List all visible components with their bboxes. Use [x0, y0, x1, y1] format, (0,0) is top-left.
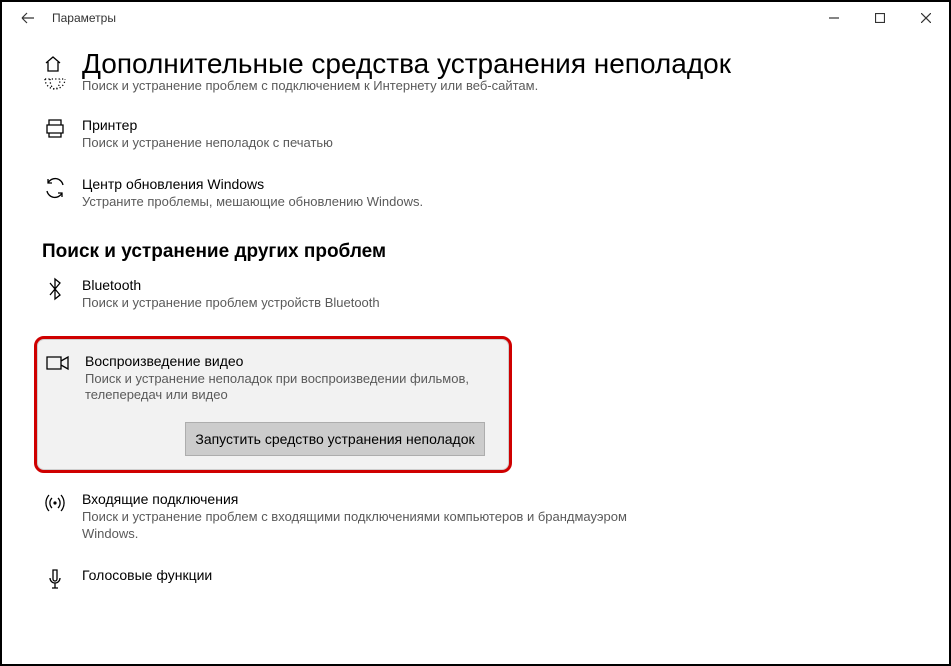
item-title: Голосовые функции: [82, 567, 682, 583]
item-printer[interactable]: Принтер Поиск и устранение неполадок с п…: [42, 117, 682, 152]
item-voice[interactable]: Голосовые функции: [42, 567, 682, 591]
item-desc: Поиск и устранение неполадок при воспрои…: [85, 371, 495, 405]
close-button[interactable]: [903, 2, 949, 34]
window-title: Параметры: [52, 11, 116, 25]
item-video-highlight: Воспроизведение видео Поиск и устранение…: [34, 336, 512, 474]
globe-icon: [42, 78, 68, 90]
item-desc: Поиск и устранение проблем с входящими п…: [82, 509, 682, 543]
item-desc: Устраните проблемы, мешающие обновлению …: [82, 194, 682, 211]
back-button[interactable]: [18, 8, 38, 28]
video-icon: [45, 353, 71, 373]
page-title: Дополнительные средства устранения непол…: [82, 48, 731, 80]
refresh-icon: [42, 176, 68, 200]
item-title: Принтер: [82, 117, 682, 133]
run-troubleshooter-button[interactable]: Запустить средство устранения неполадок: [185, 422, 485, 456]
page-header: Дополнительные средства устранения непол…: [42, 48, 909, 80]
content-area: Дополнительные средства устранения непол…: [2, 48, 949, 591]
maximize-button[interactable]: [857, 2, 903, 34]
titlebar: Параметры: [2, 2, 949, 34]
item-desc: Поиск и устранение проблем устройств Blu…: [82, 295, 682, 312]
home-icon[interactable]: [42, 53, 64, 75]
window-controls: [811, 2, 949, 34]
item-title: Воспроизведение видео: [85, 353, 495, 369]
item-internet[interactable]: Поиск и устранение проблем с подключение…: [42, 80, 682, 95]
section-heading-other: Поиск и устранение других проблем: [42, 241, 909, 263]
item-incoming[interactable]: Входящие подключения Поиск и устранение …: [42, 491, 682, 543]
bluetooth-icon: [42, 277, 68, 301]
signal-icon: [42, 491, 68, 515]
item-desc: Поиск и устранение неполадок с печатью: [82, 135, 682, 152]
printer-icon: [42, 117, 68, 141]
microphone-icon: [42, 567, 68, 591]
item-title: Входящие подключения: [82, 491, 682, 507]
item-bluetooth[interactable]: Bluetooth Поиск и устранение проблем уст…: [42, 277, 682, 312]
item-title: Bluetooth: [82, 277, 682, 293]
minimize-button[interactable]: [811, 2, 857, 34]
item-video[interactable]: Воспроизведение видео Поиск и устранение…: [45, 353, 495, 405]
item-desc: Поиск и устранение проблем с подключение…: [82, 78, 682, 95]
item-title: Центр обновления Windows: [82, 176, 682, 192]
item-update[interactable]: Центр обновления Windows Устраните пробл…: [42, 176, 682, 211]
